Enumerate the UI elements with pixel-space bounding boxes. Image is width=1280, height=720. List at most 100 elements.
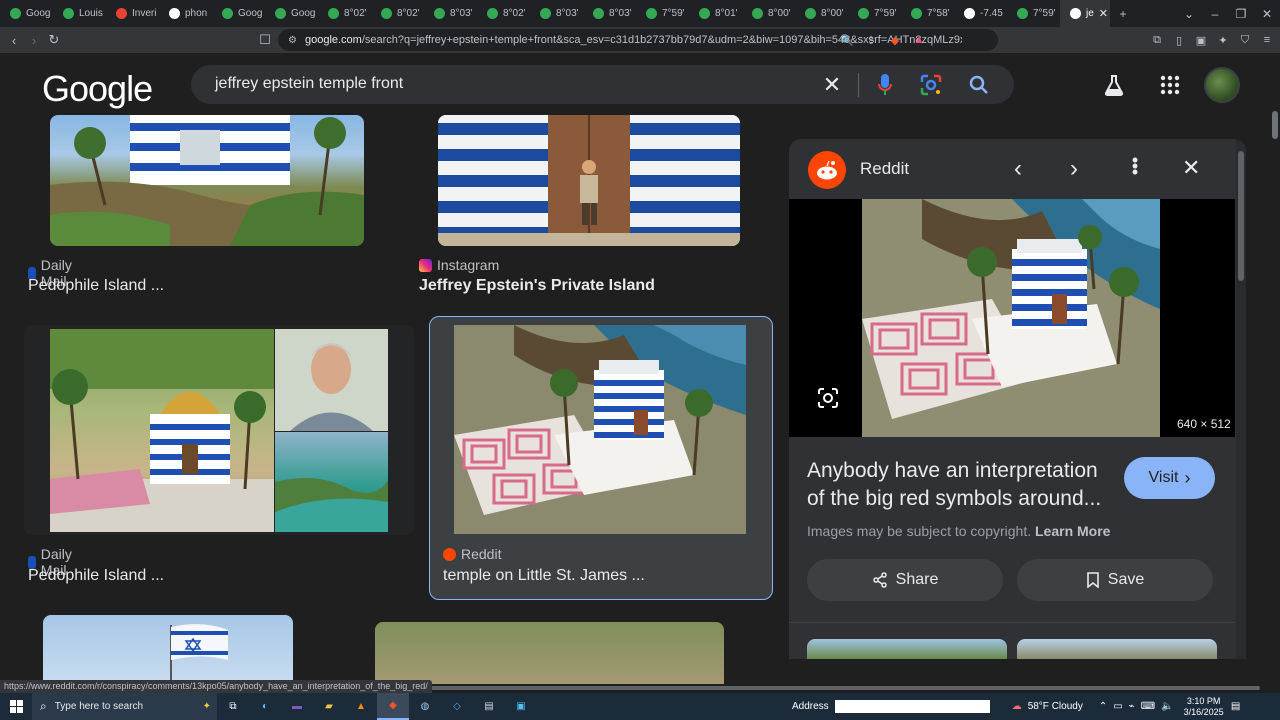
panel-source-name[interactable]: Reddit (860, 159, 909, 179)
keyboard-icon[interactable]: ⌨ (1141, 701, 1155, 712)
browser-tab[interactable]: 8°00' (742, 0, 795, 27)
result-image-golden-dome[interactable] (50, 329, 274, 532)
search-submit-icon[interactable] (967, 73, 991, 97)
result-title[interactable]: Pedophile Island ... (28, 567, 164, 585)
forward-button[interactable]: › (24, 30, 44, 50)
account-avatar[interactable] (1204, 67, 1240, 103)
file-explorer-icon[interactable]: ▰ (313, 693, 345, 720)
search-labs-icon[interactable] (1102, 73, 1126, 97)
weather-widget[interactable]: ☁ 58°F Cloudy (1012, 701, 1083, 712)
taskbar-app-icon[interactable]: ▬ (281, 693, 313, 720)
browser-tab[interactable]: 8°03' (530, 0, 583, 27)
brave-shield-icon[interactable]: ◆ (886, 31, 904, 49)
taskbar-search-box[interactable]: ⌕ Type here to search ✦ (32, 693, 217, 720)
browser-tab[interactable]: 8°02' (477, 0, 530, 27)
browser-tab[interactable]: Goog (265, 0, 318, 27)
browser-tab[interactable]: 8°01' (689, 0, 742, 27)
browser-tab[interactable]: -7.45 (954, 0, 1007, 27)
network-icon[interactable]: ⌁ (1129, 701, 1135, 712)
search-box[interactable]: jeffrey epstein temple front ✕ (191, 65, 1014, 104)
sidebar-icon[interactable]: ▯ (1170, 31, 1188, 49)
page-scroll-thumb[interactable] (1272, 111, 1278, 139)
save-button[interactable]: Save (1017, 559, 1213, 601)
new-tab-button[interactable]: + (1110, 7, 1136, 21)
browser-tab[interactable]: Louis (53, 0, 106, 27)
lens-search-icon[interactable] (919, 73, 943, 97)
result-title[interactable]: temple on Little St. James ... (443, 567, 645, 585)
task-view-icon[interactable]: ⧉ (217, 693, 249, 720)
close-window-button[interactable]: ✕ (1254, 7, 1280, 21)
brave-browser-icon[interactable]: ◆ (377, 693, 409, 720)
panel-scrollbar[interactable] (1236, 139, 1246, 659)
browser-tab[interactable]: 7°58' (901, 0, 954, 27)
preview-image[interactable] (862, 199, 1160, 437)
clear-search-icon[interactable]: ✕ (819, 72, 845, 97)
bookmark-icon[interactable]: ☐ (255, 30, 275, 50)
wallet-icon[interactable]: ▣ (1192, 31, 1210, 49)
browser-tab[interactable]: 8°00' (795, 0, 848, 27)
restore-window-button[interactable]: ❐ (1228, 7, 1254, 21)
vpn-icon[interactable]: ⛉ (1236, 31, 1254, 49)
lens-visual-search-icon[interactable] (817, 387, 839, 409)
result-image-temple-door[interactable] (438, 115, 740, 246)
visit-button[interactable]: Visit › (1124, 457, 1215, 499)
tab-search-icon[interactable]: ⌄ (1176, 7, 1202, 21)
result-image-hillside[interactable] (375, 622, 724, 685)
panel-image-title[interactable]: Anybody have an interpretation of the bi… (807, 457, 1112, 513)
address-bar[interactable]: ⚙ google.com/search?q=jeffrey+epstein+te… (278, 29, 998, 51)
start-button[interactable] (0, 693, 32, 720)
related-image-thumb[interactable] (807, 639, 1007, 659)
share-page-icon[interactable]: ⇪ (862, 31, 880, 49)
related-image-thumb[interactable] (1017, 639, 1217, 659)
tray-app-icon[interactable]: ▭ (1113, 701, 1122, 712)
extensions-icon[interactable]: ⧉ (1148, 31, 1166, 49)
voice-search-icon[interactable] (873, 72, 897, 98)
result-image-temple-aerial[interactable] (454, 325, 746, 534)
copilot-app-icon[interactable]: ◐ (249, 693, 281, 720)
site-info-icon[interactable]: ⚙ (288, 35, 297, 46)
browser-menu-icon[interactable]: ≡ (1258, 31, 1276, 49)
leo-ai-icon[interactable]: ✦ (1214, 31, 1232, 49)
next-image-button[interactable]: › (1070, 155, 1078, 183)
browser-tab[interactable]: 8°02' (318, 0, 371, 27)
close-panel-button[interactable]: ✕ (1182, 155, 1200, 181)
browser-tab[interactable]: 8°03' (583, 0, 636, 27)
panel-scroll-thumb[interactable] (1238, 151, 1244, 281)
minimize-window-button[interactable]: – (1202, 7, 1228, 21)
result-title[interactable]: Pedophile Island ... (28, 277, 164, 295)
browser-tab[interactable]: Goog (0, 0, 53, 27)
taskbar-clock[interactable]: 3:10 PM 3/16/2025 (1184, 696, 1224, 718)
address-toolbar-input[interactable] (834, 700, 990, 713)
search-input[interactable]: jeffrey epstein temple front (215, 75, 403, 93)
browser-tab[interactable]: Goog (212, 0, 265, 27)
browser-tab[interactable]: 8°03' (424, 0, 477, 27)
browser-tab[interactable]: 7°59' (848, 0, 901, 27)
taskbar-app-icon[interactable]: ◍ (409, 693, 441, 720)
back-button[interactable]: ‹ (4, 30, 24, 50)
page-vertical-scrollbar[interactable] (1270, 53, 1280, 684)
share-button[interactable]: Share (807, 559, 1003, 601)
reload-button[interactable]: ↻ (44, 30, 64, 50)
vlc-icon[interactable]: ▲ (345, 693, 377, 720)
brave-rewards-icon[interactable]: ▲ (910, 31, 928, 49)
browser-tab[interactable]: 7°59' (1007, 0, 1060, 27)
browser-tab[interactable]: 8°02' (371, 0, 424, 27)
taskbar-app-icon[interactable]: ▤ (473, 693, 505, 720)
taskbar-app-icon[interactable]: ▣ (505, 693, 537, 720)
result-image-island-aerial[interactable] (275, 432, 388, 532)
close-tab-icon[interactable]: ✕ (1099, 7, 1108, 20)
browser-tab[interactable]: je ✕ (1060, 0, 1110, 27)
more-options-icon[interactable]: • • • (1130, 151, 1140, 181)
learn-more-link[interactable]: Learn More (1035, 523, 1110, 539)
volume-icon[interactable]: 🔈 (1161, 701, 1173, 712)
result-title[interactable]: Jeffrey Epstein's Private Island (419, 277, 655, 295)
browser-tab[interactable]: phon (159, 0, 212, 27)
result-image-beach-house[interactable] (50, 115, 364, 246)
zoom-icon[interactable]: 🔍 (838, 31, 856, 49)
google-logo[interactable]: Google (42, 68, 153, 110)
browser-tab[interactable]: Inveri (106, 0, 159, 27)
result-image-flag[interactable] (43, 615, 293, 685)
result-image-portrait[interactable] (275, 329, 388, 431)
browser-tab[interactable]: 7°59' (636, 0, 689, 27)
vscode-icon[interactable]: ◇ (441, 693, 473, 720)
